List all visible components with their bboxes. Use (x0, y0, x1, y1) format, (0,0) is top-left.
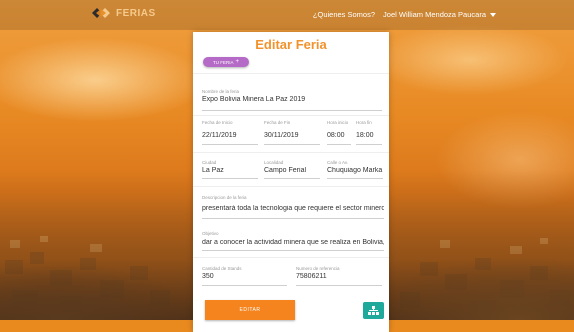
page-title: Editar Feria (255, 37, 327, 52)
stands-underline (202, 285, 287, 286)
objective-field[interactable]: Objetivo dar a conocer la actividad mine… (202, 231, 384, 246)
end-date-underline (264, 144, 320, 145)
user-name: Joel William Mendoza Paucara (383, 10, 486, 19)
city-underline (202, 178, 258, 179)
street-label: Calle o Av. (327, 160, 349, 165)
end-time-value: 18:00 (356, 132, 374, 139)
end-date-field[interactable]: Fecha de Fin 30/11/2019 (264, 120, 319, 139)
edit-fair-card: Editar Feria TU FERIA + Nombre de la fer… (193, 32, 389, 332)
objective-value: dar a conocer la actividad minera que se… (202, 239, 384, 246)
city-field[interactable]: Ciudad La Paz (202, 160, 257, 174)
location-field[interactable]: Localidad Campo Ferial (264, 160, 319, 174)
start-date-underline (202, 144, 258, 145)
start-time-label: Hora inicio (327, 120, 349, 125)
top-navbar: FERIAS ¿Quienes Somos? Joel William Mend… (0, 0, 574, 30)
contact-underline (296, 285, 382, 286)
fair-name-value: Expo Bolivia Minera La Paz 2019 (202, 96, 306, 103)
pill-label: TU FERIA (212, 59, 234, 65)
edit-button[interactable]: EDITAR (205, 300, 295, 320)
sitemap-icon (368, 306, 379, 315)
fair-name-field[interactable]: Nombre de la feria Expo Bolivia Minera L… (202, 89, 382, 103)
start-time-value: 08:00 (327, 132, 345, 139)
description-label: Descripcion de la feria (202, 195, 247, 200)
street-value: Chuquiago Marka (327, 167, 383, 174)
divider (193, 152, 389, 153)
fair-name-label: Nombre de la feria (202, 89, 240, 94)
contact-value: 75806211 (296, 273, 327, 280)
description-value: presentará toda la tecnologia que requie… (202, 205, 384, 212)
city-value: La Paz (202, 167, 224, 174)
stands-label: Cantidad de Stands (202, 266, 242, 271)
location-underline (264, 178, 320, 179)
end-time-field[interactable]: Hora fin 18:00 (356, 120, 384, 139)
caret-down-icon (490, 13, 496, 18)
sitemap-button[interactable] (363, 302, 384, 319)
objective-label: Objetivo (202, 231, 219, 236)
brand[interactable]: FERIAS (90, 6, 156, 20)
stands-value: 350 (202, 273, 214, 280)
fair-name-underline (202, 110, 382, 111)
start-date-value: 22/11/2019 (202, 132, 237, 139)
end-date-value: 30/11/2019 (264, 132, 299, 139)
divider (193, 115, 389, 116)
nav-link-about[interactable]: ¿Quienes Somos? (313, 10, 375, 19)
start-date-field[interactable]: Fecha de Inicio 22/11/2019 (202, 120, 257, 139)
location-value: Campo Ferial (264, 167, 307, 174)
brand-name: FERIAS (116, 7, 156, 19)
user-menu[interactable]: Joel William Mendoza Paucara (383, 10, 496, 19)
city-label: Ciudad (202, 160, 217, 165)
start-date-label: Fecha de Inicio (202, 120, 233, 125)
your-fair-button[interactable]: TU FERIA + (203, 57, 249, 67)
end-time-label: Hora fin (356, 120, 372, 125)
end-date-label: Fecha de Fin (264, 120, 291, 125)
divider (193, 257, 389, 258)
end-time-underline (356, 144, 382, 145)
street-field[interactable]: Calle o Av. Chuquiago Marka (327, 160, 383, 174)
contact-label: Numero de referencia (296, 266, 340, 271)
description-field[interactable]: Descripcion de la feria presentará toda … (202, 195, 384, 212)
contact-field[interactable]: Numero de referencia 75806211 (296, 266, 382, 280)
divider (193, 73, 389, 74)
brand-logo-icon (92, 8, 110, 18)
location-label: Localidad (264, 160, 284, 165)
divider (193, 186, 389, 187)
plus-icon: + (235, 59, 240, 65)
start-time-field[interactable]: Hora inicio 08:00 (327, 120, 353, 139)
stands-field[interactable]: Cantidad de Stands 350 (202, 266, 282, 280)
description-underline (202, 218, 384, 219)
start-time-underline (327, 144, 351, 145)
objective-underline (202, 250, 384, 251)
street-underline (327, 178, 383, 179)
